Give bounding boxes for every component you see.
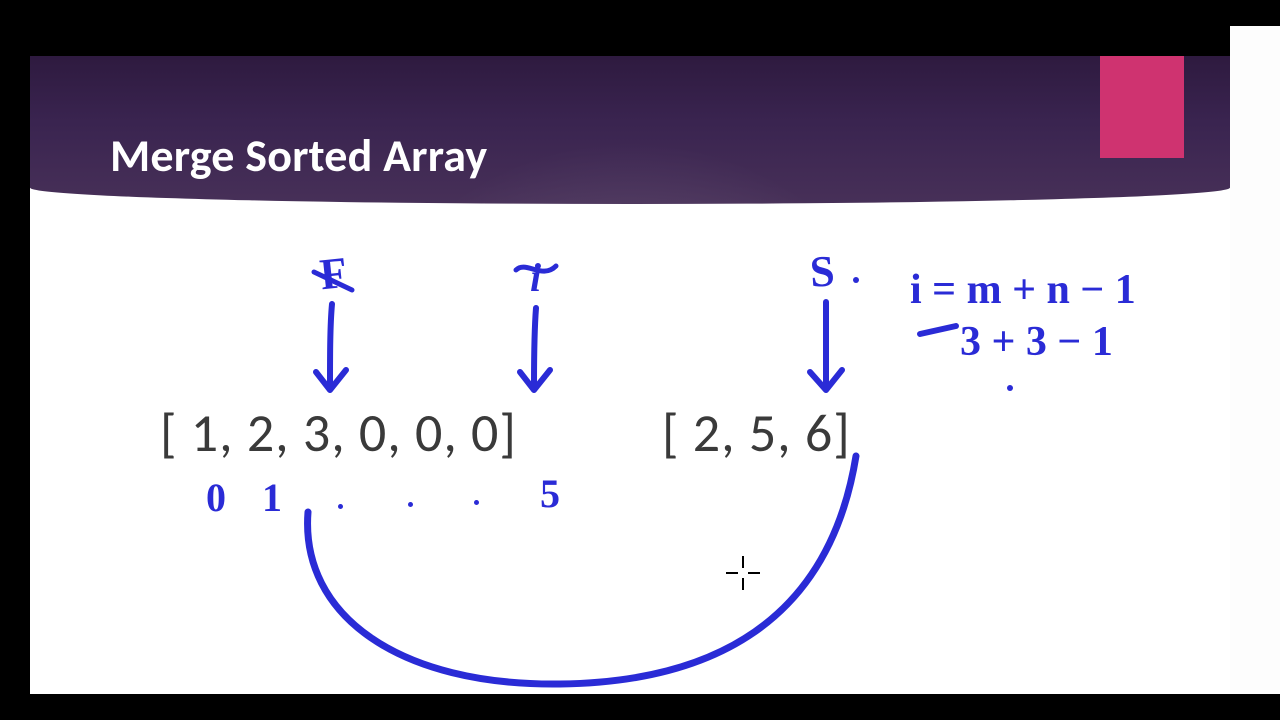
accent-tab [1100,56,1184,158]
slide-title: Merge Sorted Array [110,128,487,184]
ink-label-f: F [317,247,349,301]
array-nums1: [ 1, 2, 3, 0, 0, 0] [160,400,517,466]
array-nums2: [ 2, 5, 6] [662,400,851,466]
slide-edge-strip [1230,26,1280,694]
slide: Merge Sorted Array [ 1, 2, 3, 0, 0, 0] [… [30,56,1230,694]
ink-dot [408,502,413,507]
ink-index-0: 0 [206,474,226,521]
ink-label-s: S [808,245,836,298]
ink-formula-line1: i = m + n − 1 [910,266,1136,314]
letterbox-bottom [0,694,1280,720]
ink-formula-line2: 3 + 3 − 1 [960,318,1113,366]
ink-index-5: 5 [540,470,560,517]
ink-dot [338,504,343,509]
ink-index-1: 1 [262,474,282,521]
stage: Merge Sorted Array [ 1, 2, 3, 0, 0, 0] [… [0,26,1280,694]
ink-dot [474,500,479,505]
cursor-crosshair-icon [726,556,760,590]
ink-label-i: i [530,254,541,301]
letterbox-top [0,0,1280,26]
